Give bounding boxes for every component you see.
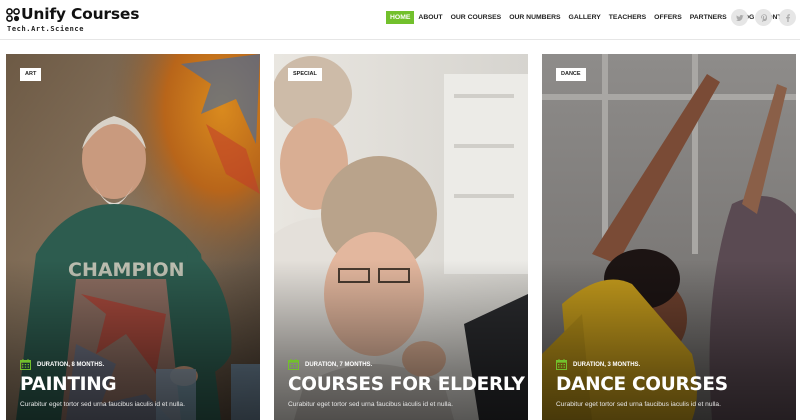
header-divider (0, 39, 800, 40)
course-description: Curabitur eget tortor sed urna faucibus … (20, 401, 185, 408)
card-gradient-overlay (542, 260, 796, 420)
logo-mark-icon (6, 8, 20, 22)
pinterest-icon[interactable] (755, 9, 772, 26)
course-title[interactable]: PAINTING (20, 374, 117, 395)
course-title[interactable]: COURSES FOR ELDERLY (288, 374, 525, 395)
calendar-icon (288, 359, 299, 370)
site-header: Unify Courses Tech.Art.Science HOME ABOU… (0, 0, 800, 40)
duration-label: DURATION, 7 MONTHS. (305, 361, 373, 368)
card-gradient-overlay (274, 260, 528, 420)
nav-item-about[interactable]: ABOUT (414, 11, 446, 24)
site-logo[interactable]: Unify Courses Tech.Art.Science (6, 4, 140, 36)
social-links (731, 9, 796, 26)
course-description: Curabitur eget tortor sed urna faucibus … (288, 401, 453, 408)
category-tag[interactable]: SPECIAL (288, 68, 322, 81)
nav-item-offers[interactable]: OFFERS (650, 11, 686, 24)
calendar-icon (556, 359, 567, 370)
nav-item-teachers[interactable]: TEACHERS (605, 11, 650, 24)
course-duration: DURATION, 3 MONTHS. (556, 359, 640, 370)
nav-item-our-numbers[interactable]: OUR NUMBERS (505, 11, 564, 24)
course-description: Curabitur eget tortor sed urna faucibus … (556, 401, 721, 408)
course-duration: DURATION, 8 MONTHS. (20, 359, 104, 370)
twitter-icon[interactable] (731, 9, 748, 26)
duration-label: DURATION, 3 MONTHS. (573, 361, 641, 368)
nav-item-partners[interactable]: PARTNERS (686, 11, 731, 24)
course-card-elderly[interactable]: SPECIAL DURATION, 7 MONTHS. COURSES FOR … (274, 54, 528, 420)
category-tag[interactable]: ART (20, 68, 42, 81)
course-card-dance[interactable]: DANCE DURATION, 3 MONTHS. DANCE COURSES … (542, 54, 796, 420)
course-card-painting[interactable]: CHAMPION ART DURATION, 8 MONTHS. PAIN (6, 54, 260, 420)
calendar-icon (20, 359, 31, 370)
brand-tagline: Tech.Art.Science (7, 25, 85, 33)
nav-item-home[interactable]: HOME (386, 11, 415, 24)
course-duration: DURATION, 7 MONTHS. (288, 359, 372, 370)
course-title[interactable]: DANCE COURSES (556, 374, 728, 395)
category-tag[interactable]: DANCE (556, 68, 586, 81)
brand-title: Unify Courses (21, 5, 140, 23)
duration-label: DURATION, 8 MONTHS. (37, 361, 105, 368)
nav-item-our-courses[interactable]: OUR COURSES (447, 11, 506, 24)
card-gradient-overlay (6, 260, 260, 420)
course-cards: CHAMPION ART DURATION, 8 MONTHS. PAIN (6, 54, 796, 420)
facebook-icon[interactable] (779, 9, 796, 26)
nav-item-gallery[interactable]: GALLERY (565, 11, 605, 24)
